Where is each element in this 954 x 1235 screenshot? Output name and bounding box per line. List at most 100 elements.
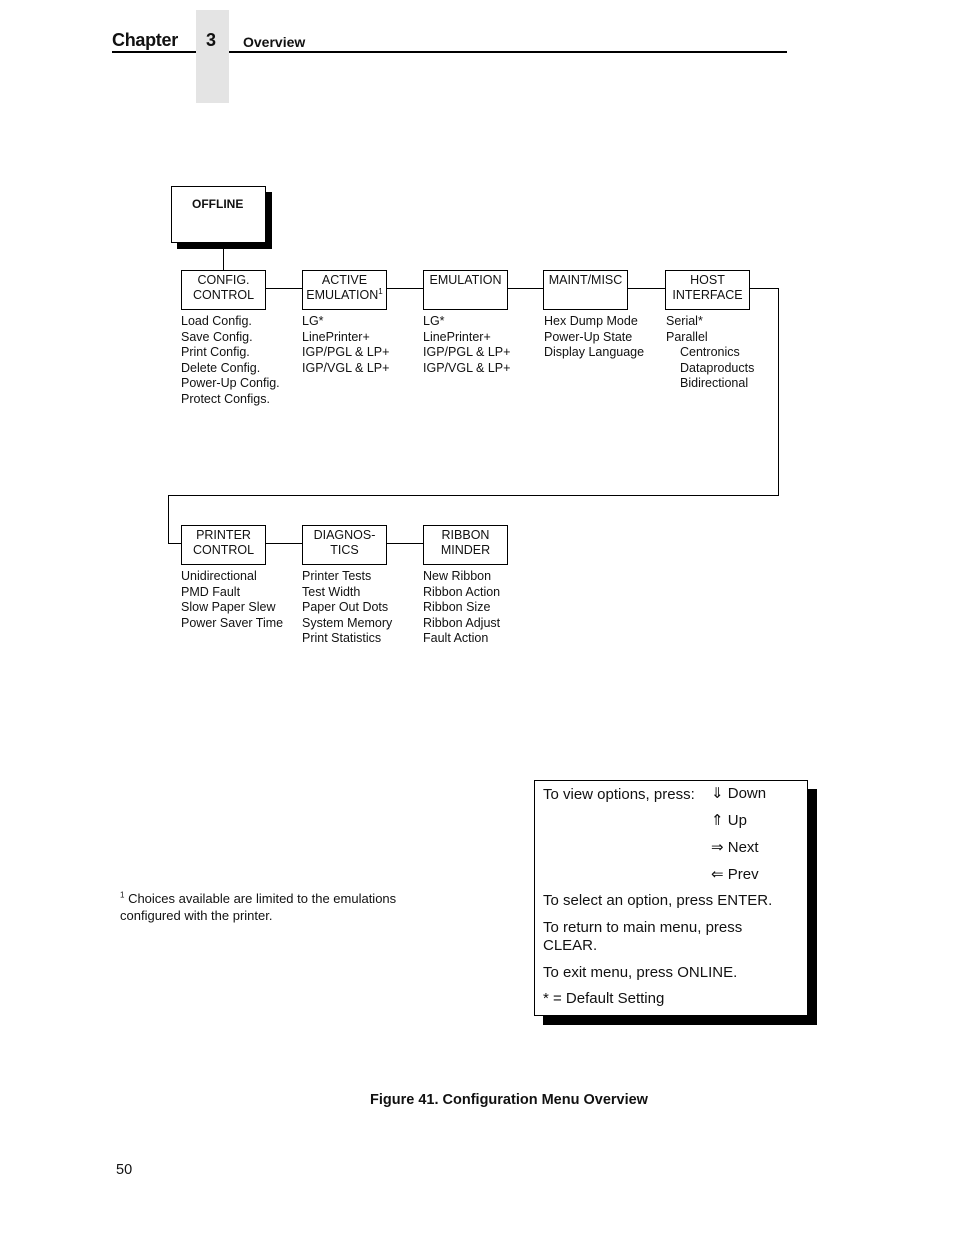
legend-return-text: To return to main menu, press: [543, 919, 743, 936]
option-item: Protect Configs.: [181, 391, 270, 406]
connector-line: [386, 543, 423, 544]
option-item: IGP/VGL & LP+: [423, 360, 511, 375]
maint-misc-options: Hex Dump Mode Power-Up State Display Lan…: [544, 314, 644, 361]
connector-line: [749, 288, 778, 289]
option-item: Save Config.: [181, 329, 253, 344]
chapter-tab: [196, 10, 229, 103]
box-title: PRINTER: [196, 528, 251, 542]
header-rule: [112, 51, 196, 53]
header-rule: [229, 51, 787, 53]
option-item: LG*: [423, 314, 445, 328]
connector-line: [778, 288, 779, 496]
box-title: MINDER: [440, 543, 491, 557]
page-number: 50: [116, 1162, 133, 1178]
legend-default-text: * = Default Setting: [543, 990, 665, 1007]
legend-key-prev: ⇐ Prev: [711, 865, 759, 884]
connector-line: [386, 288, 423, 289]
connector-line: [168, 543, 181, 544]
emulation-options: LG* LinePrinter+ IGP/PGL & LP+ IGP/VGL &…: [423, 314, 510, 376]
footnote-text: Choices available are limited to the emu…: [124, 891, 397, 906]
config-control-box: CONFIG. CONTROL: [181, 270, 266, 310]
maint-misc-box: MAINT/MISC: [543, 270, 628, 310]
box-title: RIBBON: [441, 528, 490, 542]
diagnostics-box: DIAGNOS- TICS: [302, 525, 387, 565]
offline-label: OFFLINE: [192, 197, 244, 211]
option-item: New Ribbon: [423, 569, 492, 583]
box-title: EMULATION: [306, 288, 379, 302]
legend-exit-text: To exit menu, press ONLINE.: [543, 964, 738, 981]
chapter-number: 3: [206, 30, 217, 50]
connector-line: [265, 288, 302, 289]
option-item: Delete Config.: [181, 360, 261, 375]
option-item: Power Saver Time: [181, 615, 284, 630]
option-item: Ribbon Size: [423, 600, 491, 615]
diagnostics-options: Printer Tests Test Width Paper Out Dots …: [302, 569, 392, 647]
host-interface-box: HOST INTERFACE: [665, 270, 750, 310]
box-title: INTERFACE: [672, 288, 743, 302]
footnote-mark: 1: [378, 286, 383, 296]
key-label: Down: [727, 785, 767, 802]
active-emulation-box: ACTIVE EMULATION1: [302, 270, 387, 310]
option-item: Load Config.: [181, 314, 252, 328]
connector-line: [627, 288, 665, 289]
box-title: CONTROL: [192, 288, 255, 302]
offline-box: OFFLINE: [171, 186, 266, 243]
option-item: Power-Up Config.: [181, 376, 280, 391]
connector-line: [507, 288, 544, 289]
box-title: EMULATION: [429, 273, 502, 287]
legend-view-label: To view options, press:: [543, 786, 695, 803]
chapter-label: Chapter: [112, 30, 178, 50]
host-interface-options: Serial* Parallel Centronics Dataproducts…: [666, 314, 754, 392]
option-item: IGP/PGL & LP+: [302, 345, 390, 360]
sub-option-item: Bidirectional: [680, 376, 749, 391]
option-item: Fault Action: [423, 631, 489, 646]
box-title: CONFIG.: [197, 273, 250, 287]
option-item: Ribbon Adjust: [423, 615, 501, 630]
sub-option-item: Centronics: [680, 345, 740, 360]
option-item: Paper Out Dots: [302, 600, 389, 615]
option-item: Power-Up State: [544, 329, 633, 344]
emulation-box: EMULATION: [423, 270, 508, 310]
option-item: Hex Dump Mode: [544, 314, 638, 328]
option-item: IGP/VGL & LP+: [302, 360, 390, 375]
option-item: LinePrinter+: [423, 329, 491, 344]
connector-line: [265, 543, 302, 544]
box-title: TICS: [330, 543, 359, 557]
key-label: Next: [727, 839, 759, 856]
option-item: System Memory: [302, 615, 393, 630]
connector-line: [168, 495, 169, 544]
printer-control-options: Unidirectional PMD Fault Slow Paper Slew…: [181, 569, 283, 631]
option-item: Slow Paper Slew: [181, 600, 276, 615]
option-item: Printer Tests: [302, 569, 372, 583]
option-item: Test Width: [302, 584, 361, 599]
key-label: Prev: [727, 866, 759, 883]
legend-select-text: To select an option, press ENTER.: [543, 892, 773, 909]
option-item: Serial*: [666, 314, 703, 328]
ribbon-minder-box: RIBBON MINDER: [423, 525, 508, 565]
printer-control-box: PRINTER CONTROL: [181, 525, 266, 565]
option-item: PMD Fault: [181, 584, 241, 599]
footnote-text: configured with the printer.: [120, 908, 273, 923]
box-title: DIAGNOS-: [313, 528, 376, 542]
double-arrow-right-icon: ⇒: [711, 838, 724, 856]
box-title: HOST: [690, 273, 725, 287]
footnote: 1 Choices available are limited to the e…: [120, 890, 440, 924]
key-label: Up: [727, 812, 747, 829]
box-title: CONTROL: [192, 543, 255, 557]
option-item: Print Config.: [181, 345, 250, 360]
double-arrow-down-icon: ⇓: [711, 784, 724, 802]
option-item: Parallel: [666, 329, 708, 344]
section-title: Overview: [243, 34, 306, 50]
ribbon-minder-options: New Ribbon Ribbon Action Ribbon Size Rib…: [423, 569, 500, 647]
option-item: IGP/PGL & LP+: [423, 345, 511, 360]
option-item: Unidirectional: [181, 569, 257, 583]
box-title: ACTIVE: [321, 273, 368, 287]
box-title: MAINT/MISC: [548, 273, 623, 287]
option-item: Display Language: [544, 345, 645, 360]
option-item: LinePrinter+: [302, 329, 370, 344]
legend-box: To view options, press: ⇓ Down ⇑ Up ⇒ Ne…: [534, 780, 808, 1016]
double-arrow-left-icon: ⇐: [711, 865, 724, 883]
sub-option-item: Dataproducts: [680, 360, 755, 375]
legend-key-up: ⇑ Up: [711, 811, 747, 830]
connector-line: [168, 495, 779, 496]
